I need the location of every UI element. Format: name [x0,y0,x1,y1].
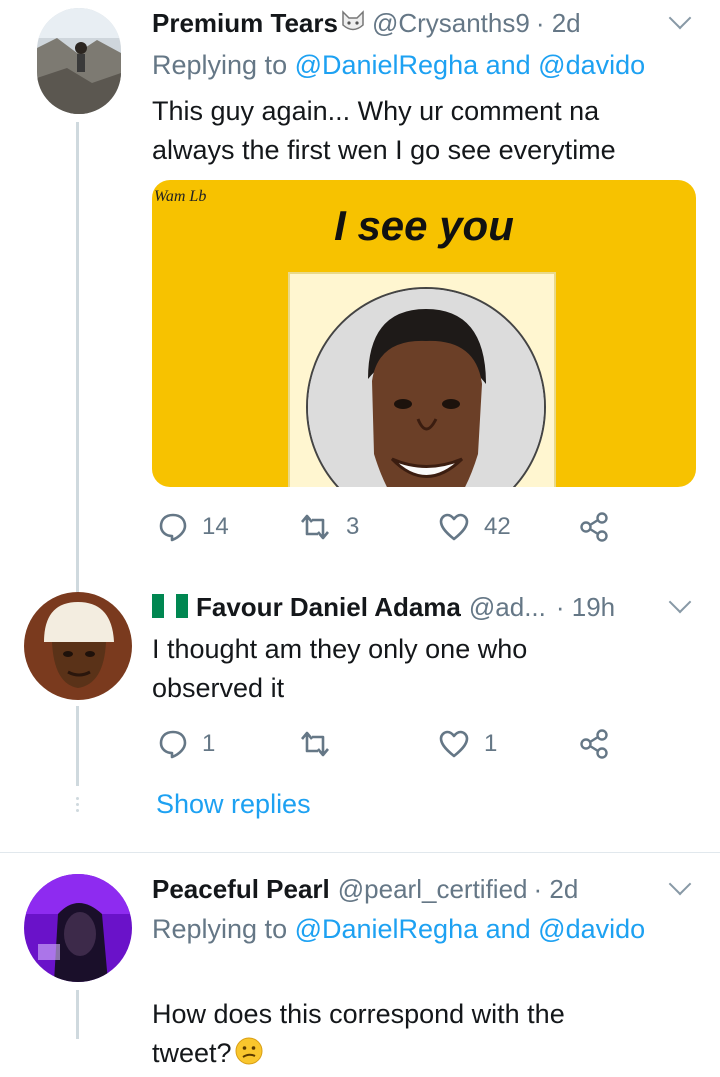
retweet-icon [301,514,329,540]
divider [0,852,720,853]
reply-button[interactable]: 1 [158,724,215,764]
share-icon [580,729,608,759]
chevron-down-icon[interactable] [668,872,692,896]
tweet-premium-tears[interactable]: Premium Tears @Crysanths9 · 2d Replying to… [0,0,720,588]
like-button[interactable]: 1 [438,724,497,764]
replying-to: Replying to @DanielRegha and @davido [152,50,646,80]
media-card[interactable]: Wam Lb I see you [152,180,696,487]
tweet-text: I thought am they only one who observed … [152,634,528,703]
nigeria-flag-icon [152,594,188,625]
like-icon [439,513,469,541]
card-caption: I see you [334,202,514,249]
reply-button[interactable]: 14 [158,507,229,547]
share-button[interactable] [578,724,610,764]
like-count: 42 [484,513,511,540]
retweet-icon [301,731,329,757]
tweet-peaceful-pearl[interactable]: Peaceful Pearl @pearl_certified · 2d Reply… [0,860,720,1068]
tweet-text: This guy again... Why ur comment na alwa… [152,96,616,165]
chevron-down-icon[interactable] [668,590,692,614]
author-handle[interactable]: @Crysanths9 [372,8,530,38]
thread-line [76,122,79,588]
tweet-actions: 1 1 [152,724,672,764]
reply-users-link[interactable]: @DanielRegha and @davido [295,50,646,80]
reply-icon [159,730,187,759]
thread-dots [76,794,79,815]
share-icon [580,512,608,542]
timestamp[interactable]: · 2d [536,8,581,38]
replying-to: Replying to @DanielRegha and @davido [152,914,646,944]
share-button[interactable] [578,507,610,547]
author-name[interactable]: Premium Tears [152,8,338,38]
avatar[interactable] [24,592,132,700]
author-name[interactable]: Favour Daniel Adama [196,592,461,622]
retweet-count: 3 [346,513,360,540]
reply-users-link[interactable]: @DanielRegha and @davido [295,914,646,944]
author-handle[interactable]: @pearl_certified [338,874,528,904]
thread-line [76,580,79,592]
tweet-favour-daniel-adama[interactable]: Favour Daniel Adama @ad... · 19h I thought… [0,580,720,840]
reply-count: 1 [202,730,216,757]
avatar[interactable] [24,874,132,982]
like-button[interactable]: 42 [438,507,511,547]
like-count: 1 [484,730,498,757]
cat-emoji-icon [340,9,366,42]
like-icon [439,730,469,758]
thread-line [76,990,79,1039]
timestamp[interactable]: · 2d [534,874,579,904]
retweet-button[interactable] [298,724,346,764]
timestamp[interactable]: · 19h [556,592,615,622]
chevron-down-icon[interactable] [668,6,692,30]
author-name[interactable]: Peaceful Pearl [152,874,330,904]
reply-count: 14 [202,513,229,540]
author-handle[interactable]: @ad... [469,592,546,622]
avatar[interactable] [37,8,121,114]
tweet-actions: 14 3 42 [152,507,672,547]
show-replies-link[interactable]: Show replies [156,789,311,820]
tweet-text: How does this correspond with the tweet? [152,999,565,1068]
retweet-button[interactable]: 3 [298,507,359,547]
confused-emoji-icon [234,1036,264,1077]
thread-line [76,706,79,786]
reply-icon [159,513,187,542]
